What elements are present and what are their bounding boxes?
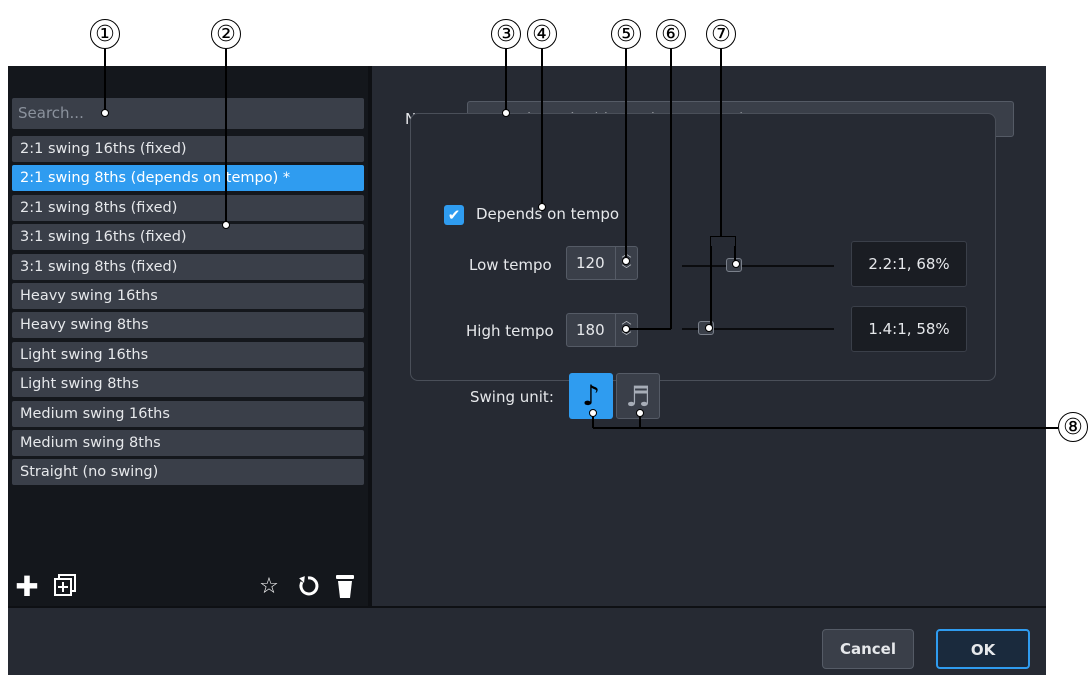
list-item[interactable]: Straight (no swing) [12,459,364,486]
callout-5-dot [622,257,630,265]
callout-1-dot [101,109,109,117]
duplicate-icon[interactable] [52,573,78,599]
trash-icon[interactable] [332,573,358,599]
callout-7-dot-low [732,260,740,268]
high-tempo-ratio: 1.4:1, 58% [851,306,967,352]
callout-2-line [225,49,227,223]
callout-6-dot [622,325,630,333]
low-tempo-value: 120 [576,254,605,272]
list-item[interactable]: 2:1 swing 8ths (fixed) [12,194,364,221]
callout-3-dot [502,109,510,117]
list-item[interactable]: 3:1 swing 8ths (fixed) [12,253,364,280]
callout-8-dot-left [589,409,597,417]
plus-icon[interactable]: ✚ [14,573,40,601]
list-item[interactable]: 2:1 swing 16ths (fixed) [12,136,364,162]
low-tempo-slider-track[interactable] [682,265,834,267]
callout-3-line [505,49,507,111]
star-icon[interactable]: ☆ [256,574,282,600]
callout-7: ⑦ [706,19,736,49]
ok-button[interactable]: OK [936,629,1030,669]
list-item[interactable]: Heavy swing 16ths [12,282,364,309]
presets-panel: Search... 2:1 swing 16ths (fixed) 2:1 swi… [8,66,368,606]
callout-2: ② [211,19,241,49]
callout-8-line [593,427,1058,429]
callout-7-bracket [710,236,736,246]
low-tempo-ratio: 2.2:1, 68% [851,241,967,287]
callout-4-dot [538,203,546,211]
cancel-button[interactable]: Cancel [822,629,914,669]
list-item[interactable]: 2:1 swing 8ths (depends on tempo) * [12,165,364,192]
callout-2-dot [222,221,230,229]
callout-1: ① [90,19,120,49]
callout-4-line [541,49,543,205]
dialog-footer: Cancel OK [8,606,1046,675]
callout-6-hline [626,328,671,330]
callout-5: ⑤ [611,19,641,49]
depends-on-tempo-checkbox[interactable]: ✔ [444,205,464,225]
search-input[interactable]: Search... [12,98,364,129]
high-tempo-value: 180 [576,321,605,339]
callout-7-line [720,49,722,237]
callout-3: ③ [491,19,521,49]
list-item[interactable]: Light swing 8ths [12,371,364,398]
callout-7-left-leg [710,246,712,326]
preset-list: 2:1 swing 16ths (fixed) 2:1 swing 8ths (d… [12,136,364,489]
list-item[interactable]: 3:1 swing 16ths (fixed) [12,224,364,251]
low-tempo-label: Low tempo [469,256,552,274]
list-item[interactable]: Medium swing 8ths [12,429,364,456]
list-item[interactable]: Heavy swing 8ths [12,312,364,339]
callout-6-line [670,49,672,329]
chevron-down-icon[interactable]: ﹀ [616,263,637,279]
high-tempo-label: High tempo [466,322,554,340]
depends-on-tempo-label: Depends on tempo [476,205,620,223]
reset-icon[interactable] [295,574,321,600]
callout-4: ④ [527,19,557,49]
callout-7-dot-high [705,324,713,332]
callout-1-line [104,49,106,111]
list-item[interactable]: Light swing 16ths [12,341,364,368]
callout-6: ⑥ [656,19,686,49]
callout-8: ⑧ [1058,412,1088,442]
callout-8-dot-right [636,409,644,417]
callout-5-line [625,49,627,259]
list-item[interactable]: Medium swing 16ths [12,400,364,427]
swing-unit-label: Swing unit: [470,388,554,406]
